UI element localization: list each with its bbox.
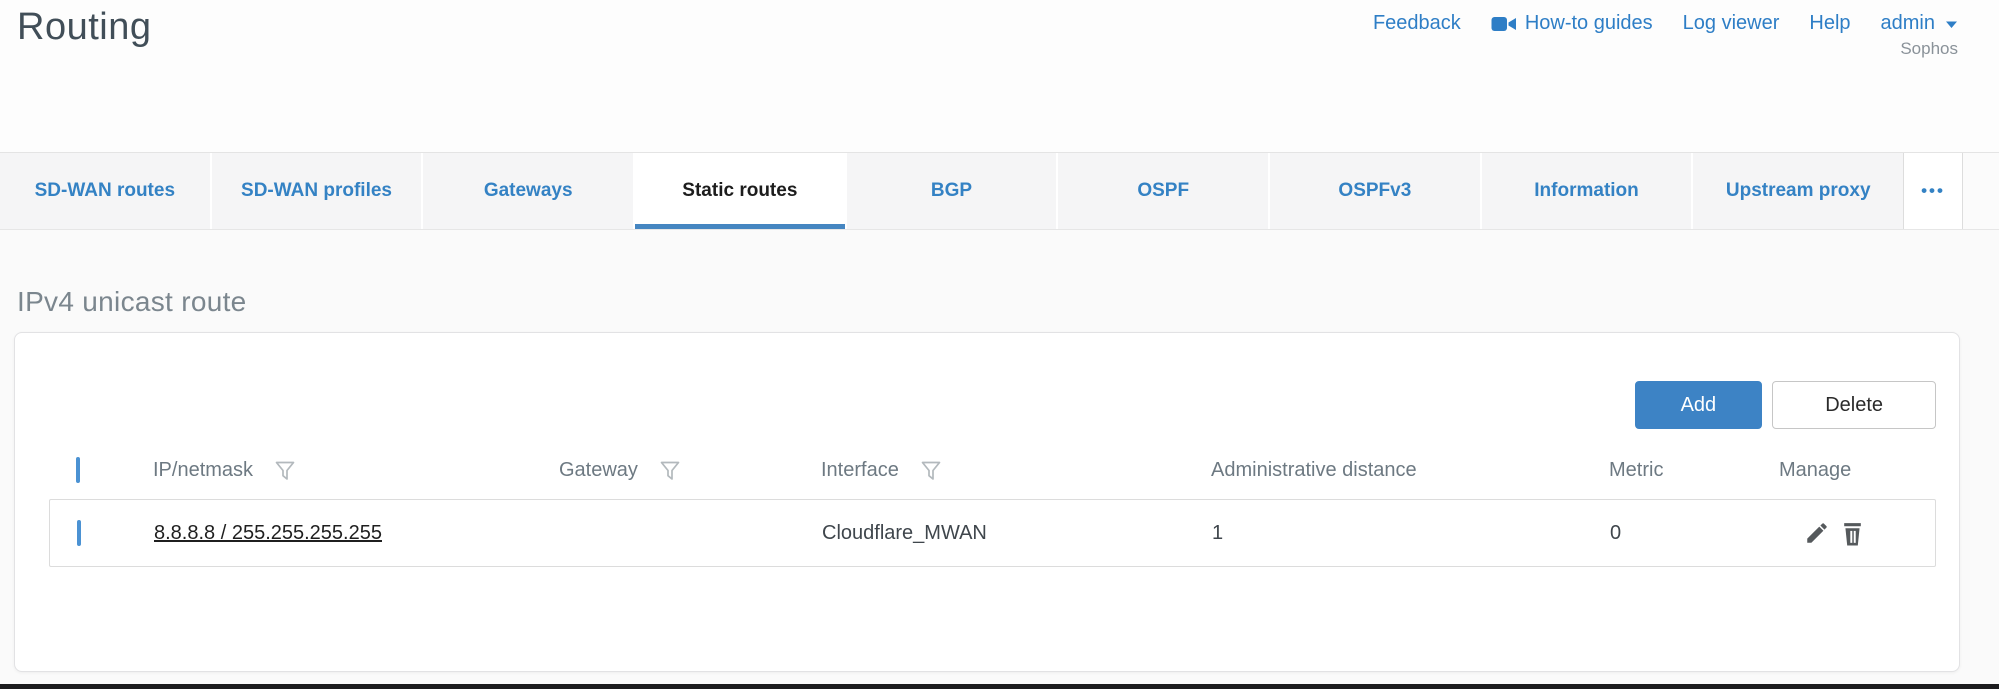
tab-ospfv3[interactable]: OSPFv3 — [1268, 153, 1480, 229]
video-camera-icon — [1491, 15, 1517, 33]
ellipsis-icon: ••• — [1921, 181, 1945, 201]
routing-page: Routing Feedback How-to guides Log viewe… — [0, 0, 1999, 689]
row-checkbox[interactable] — [77, 520, 81, 546]
window-bottom-edge — [0, 684, 1999, 689]
tab-ospf[interactable]: OSPF — [1056, 153, 1268, 229]
brand-label: Sophos — [1900, 39, 1958, 59]
col-metric: Metric — [1609, 459, 1663, 482]
route-ip-link[interactable]: 8.8.8.8 / 255.255.255.255 — [154, 522, 382, 544]
tab-sdwan-routes[interactable]: SD-WAN routes — [0, 153, 210, 229]
manage-cell — [1780, 520, 1935, 547]
tabbar-right-cap — [1963, 153, 1999, 229]
delete-button[interactable]: Delete — [1772, 381, 1936, 429]
trash-icon[interactable] — [1840, 520, 1865, 547]
tab-overflow-button[interactable]: ••• — [1903, 153, 1963, 229]
tab-upstream-proxy[interactable]: Upstream proxy — [1691, 153, 1903, 229]
tab-bgp[interactable]: BGP — [845, 153, 1057, 229]
pencil-icon[interactable] — [1804, 520, 1830, 546]
col-ip-netmask: IP/netmask — [153, 459, 253, 482]
tab-static-routes[interactable]: Static routes — [633, 153, 845, 229]
col-manage: Manage — [1779, 459, 1851, 482]
col-interface: Interface — [821, 459, 899, 482]
routes-card: Add Delete IP/netmask Gateway — [14, 332, 1960, 672]
filter-icon[interactable] — [273, 458, 297, 482]
table-header: IP/netmask Gateway — [49, 441, 1936, 499]
chevron-down-icon — [1945, 12, 1958, 35]
filter-icon[interactable] — [658, 458, 682, 482]
user-name: admin — [1881, 12, 1935, 35]
route-metric-value: 0 — [1610, 522, 1780, 545]
page-title: Routing — [17, 6, 151, 49]
col-admin-distance: Administrative distance — [1211, 459, 1417, 482]
select-all-checkbox[interactable] — [76, 457, 80, 483]
top-navigation: Feedback How-to guides Log viewer Help a… — [1373, 12, 1958, 59]
col-gateway: Gateway — [559, 459, 638, 482]
add-button[interactable]: Add — [1635, 381, 1763, 429]
route-admin-distance-value: 1 — [1212, 522, 1610, 545]
routing-tabbar: SD-WAN routes SD-WAN profiles Gateways S… — [0, 152, 1999, 230]
route-interface-value: Cloudflare_MWAN — [822, 522, 1212, 545]
section-heading: IPv4 unicast route — [17, 286, 1999, 318]
top-nav-links: Feedback How-to guides Log viewer Help a… — [1373, 12, 1958, 35]
main-content: IPv4 unicast route Add Delete IP/netmask — [0, 230, 1999, 684]
tab-gateways[interactable]: Gateways — [421, 153, 633, 229]
tab-information[interactable]: Information — [1480, 153, 1692, 229]
filter-icon[interactable] — [919, 458, 943, 482]
log-viewer-link[interactable]: Log viewer — [1683, 12, 1780, 35]
table-row: 8.8.8.8 / 255.255.255.255 Cloudflare_MWA… — [49, 499, 1936, 567]
page-header: Routing Feedback How-to guides Log viewe… — [0, 0, 1999, 152]
howto-guides-link[interactable]: How-to guides — [1491, 12, 1653, 35]
user-menu[interactable]: admin — [1881, 12, 1958, 35]
table-toolbar: Add Delete — [49, 381, 1936, 429]
help-link[interactable]: Help — [1809, 12, 1850, 35]
feedback-link[interactable]: Feedback — [1373, 12, 1461, 35]
tab-sdwan-profiles[interactable]: SD-WAN profiles — [210, 153, 422, 229]
